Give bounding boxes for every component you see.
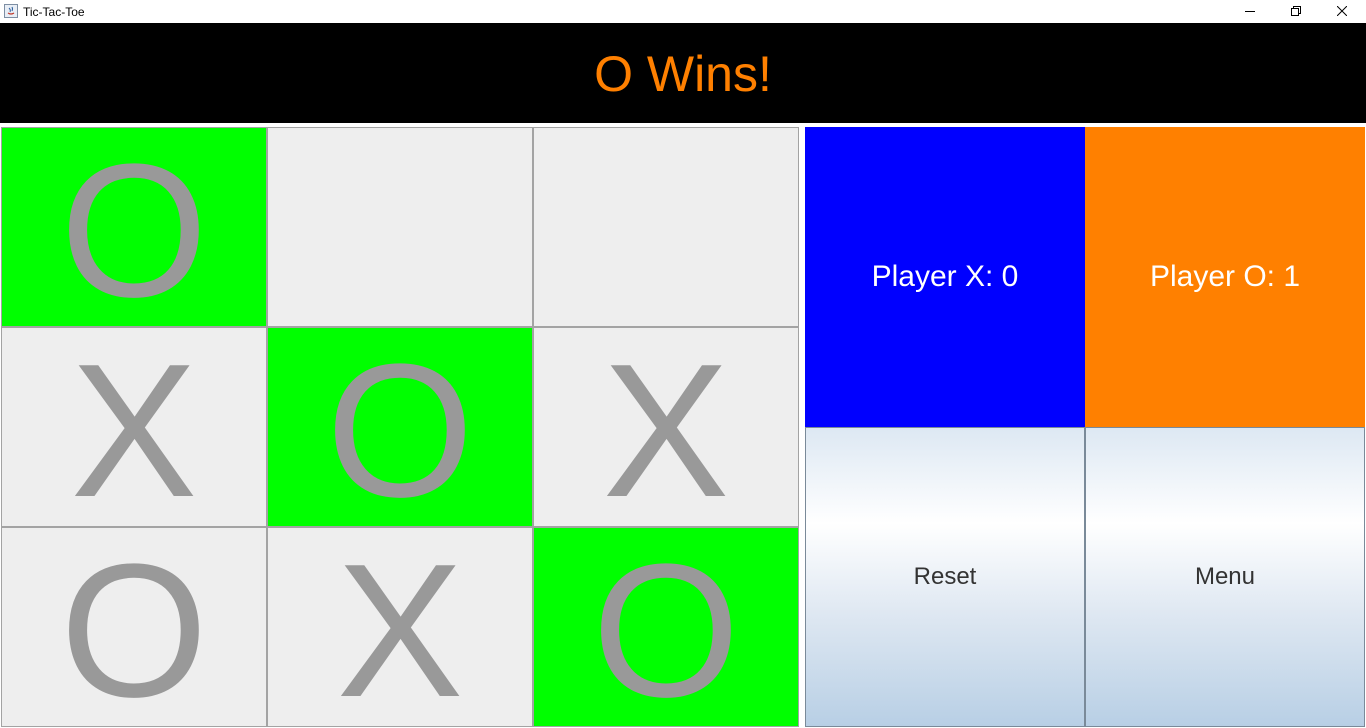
board-cell-3[interactable] — [533, 127, 799, 327]
app-window: Tic-Tac-Toe O Wins! O X O X O X O Player… — [0, 0, 1366, 728]
java-app-icon — [4, 4, 18, 18]
player-x-score: Player X: 0 — [805, 127, 1085, 427]
side-panel: Player X: 0 Player O: 1 Reset Menu — [805, 127, 1365, 727]
cell-mark: O — [60, 127, 208, 327]
minimize-icon — [1245, 11, 1255, 12]
cell-mark: O — [326, 327, 474, 527]
menu-button-label: Menu — [1194, 563, 1256, 590]
status-message: O Wins! — [594, 46, 772, 102]
board-cell-1[interactable]: O — [1, 127, 267, 327]
board-cell-6[interactable]: X — [533, 327, 799, 527]
cell-mark: X — [336, 527, 464, 727]
cell-mark: O — [60, 527, 208, 727]
maximize-button[interactable] — [1273, 0, 1319, 22]
player-o-score-label: Player O: 1 — [1149, 260, 1301, 293]
status-banner: O Wins! — [0, 23, 1366, 123]
board-cell-2[interactable] — [267, 127, 533, 327]
board-cell-9[interactable]: O — [533, 527, 799, 727]
minimize-button[interactable] — [1227, 0, 1273, 22]
player-o-score: Player O: 1 — [1085, 127, 1365, 427]
reset-button[interactable]: Reset — [805, 427, 1085, 727]
player-x-score-label: Player X: 0 — [871, 260, 1019, 293]
board-cell-7[interactable]: O — [1, 527, 267, 727]
cell-mark: X — [602, 327, 730, 527]
board-cell-8[interactable]: X — [267, 527, 533, 727]
close-icon — [1337, 6, 1347, 16]
title-bar: Tic-Tac-Toe — [0, 0, 1366, 23]
cell-mark: X — [70, 327, 198, 527]
board-cell-5[interactable]: O — [267, 327, 533, 527]
cell-mark: O — [592, 527, 740, 727]
reset-button-label: Reset — [913, 563, 977, 590]
window-title: Tic-Tac-Toe — [23, 5, 85, 19]
board-cell-4[interactable]: X — [1, 327, 267, 527]
close-button[interactable] — [1319, 0, 1365, 22]
menu-button[interactable]: Menu — [1085, 427, 1365, 727]
game-board: O X O X O X O — [1, 127, 799, 727]
maximize-icon — [1291, 6, 1301, 16]
